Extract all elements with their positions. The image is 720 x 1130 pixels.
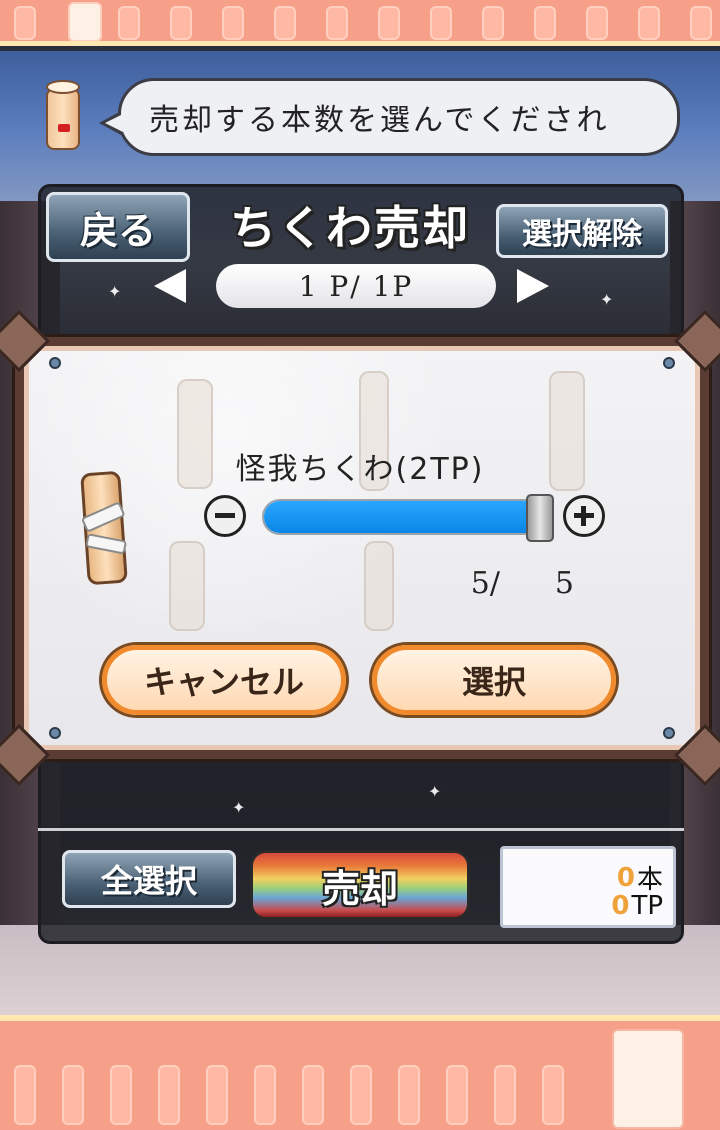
- top-decorative-band: [0, 0, 720, 46]
- select-button[interactable]: 選択: [372, 645, 616, 715]
- mascot-icon: [46, 80, 80, 150]
- total-tp-value: 0: [611, 891, 630, 921]
- injured-chikuwa-icon: [80, 470, 128, 586]
- speech-text: 売却する本数を選んでくだされ: [149, 103, 610, 138]
- select-all-button[interactable]: 全選択: [62, 850, 236, 908]
- deselect-button[interactable]: 選択解除: [496, 204, 668, 258]
- divider: [38, 828, 684, 831]
- quantity-slider[interactable]: [262, 499, 554, 535]
- back-button[interactable]: 戻る: [46, 192, 190, 262]
- bottom-decorative-band: [0, 1015, 720, 1130]
- total-tp-unit: TP: [631, 891, 663, 921]
- item-name: 怪我ちくわ(2TP): [235, 452, 485, 487]
- sell-button[interactable]: 売却: [250, 850, 470, 920]
- speech-bubble: 売却する本数を選んでくだされ: [99, 78, 680, 156]
- quantity-max: 5: [554, 566, 574, 601]
- totals-display: 0 本 0 TP: [500, 846, 676, 928]
- page-indicator: 1 P/ 1P: [216, 264, 496, 308]
- quantity-current: 5/: [470, 566, 500, 601]
- previous-page-arrow-icon[interactable]: [154, 269, 186, 303]
- minus-button[interactable]: [204, 495, 246, 537]
- page-title: ちくわ売却: [230, 201, 470, 255]
- next-page-arrow-icon[interactable]: [517, 269, 549, 303]
- cancel-button[interactable]: キャンセル: [102, 645, 346, 715]
- plus-button[interactable]: [563, 495, 605, 537]
- quantity-slider-thumb[interactable]: [526, 494, 554, 542]
- quantity-slider-fill: [264, 501, 552, 533]
- total-count-value: 0: [616, 862, 635, 893]
